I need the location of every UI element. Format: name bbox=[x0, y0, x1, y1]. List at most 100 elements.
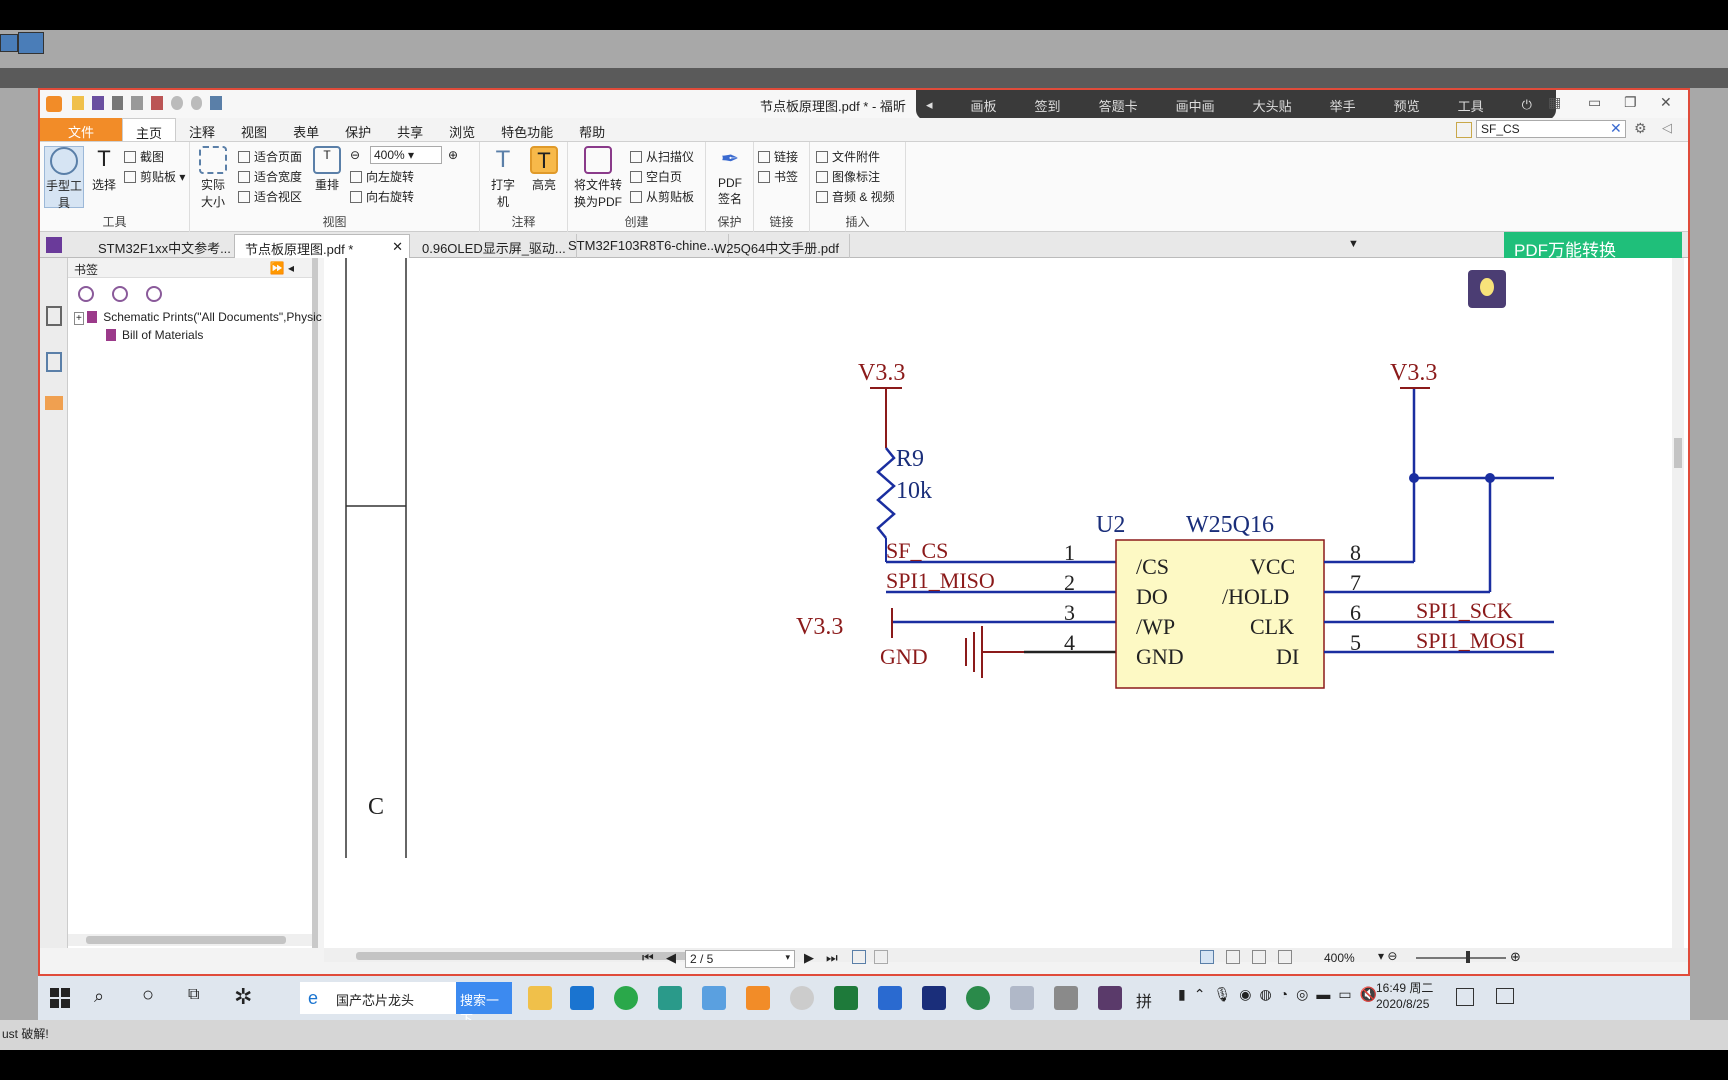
view-toggle-icon-2[interactable] bbox=[874, 950, 888, 964]
learning-app-icon[interactable] bbox=[702, 986, 726, 1010]
menu-share[interactable]: 共享 bbox=[384, 118, 436, 141]
search-icon[interactable] bbox=[1456, 122, 1472, 138]
tray-app-icon[interactable]: ◍ bbox=[1259, 986, 1271, 1003]
file-attachment-button[interactable]: 文件附件 bbox=[816, 148, 880, 165]
page-dropdown-icon[interactable]: ▾ bbox=[785, 952, 790, 963]
blank-page-button[interactable]: 空白页 bbox=[630, 168, 682, 185]
tab-stm32f1xx[interactable]: STM32F1xx中文参考... bbox=[88, 234, 242, 258]
foxit-taskbar-icon[interactable] bbox=[746, 986, 770, 1010]
overlay-power-icon[interactable]: ⏻ bbox=[1522, 97, 1532, 113]
from-clipboard-button[interactable]: 从剪贴板 bbox=[630, 188, 694, 205]
bookmarks-panel-icon[interactable] bbox=[46, 306, 62, 326]
typewriter-button[interactable]: T 打字机 bbox=[486, 146, 520, 210]
paint-icon[interactable] bbox=[1010, 986, 1034, 1010]
vertical-scrollbar[interactable] bbox=[1672, 258, 1684, 948]
tab-schematic[interactable]: 节点板原理图.pdf * ✕ bbox=[234, 234, 410, 258]
comments-panel-icon[interactable] bbox=[45, 396, 63, 410]
word-icon[interactable] bbox=[878, 986, 902, 1010]
fit-width-button[interactable]: 适合宽度 bbox=[238, 168, 302, 185]
tabs-dropdown-icon[interactable]: ▼ bbox=[1348, 238, 1359, 250]
search-input[interactable]: SF_CS bbox=[1476, 120, 1626, 138]
network-icon[interactable]: ▭ bbox=[1338, 986, 1351, 1003]
new-icon[interactable] bbox=[151, 96, 163, 110]
notification-center-icon[interactable] bbox=[1456, 988, 1474, 1006]
cortana-icon[interactable]: ○ bbox=[142, 984, 154, 1007]
actual-size-button[interactable]: 实际大小 bbox=[196, 146, 230, 210]
search-taskbar-icon[interactable]: ⌕ bbox=[94, 986, 104, 1007]
clipboard-button[interactable]: 剪贴板 ▾ bbox=[124, 168, 185, 185]
link-button[interactable]: 链接 bbox=[758, 148, 798, 165]
zoom-in-icon[interactable]: ⊕ bbox=[448, 148, 458, 162]
app-v-green-icon[interactable] bbox=[834, 986, 858, 1010]
rar-app-icon[interactable] bbox=[1098, 986, 1122, 1010]
single-page-icon[interactable] bbox=[1200, 950, 1214, 964]
continuous-icon[interactable] bbox=[1226, 950, 1240, 964]
tab-stm32f103[interactable]: STM32F103R8T6-chine... bbox=[558, 234, 729, 258]
qq-icon[interactable]: ◉ bbox=[1239, 986, 1251, 1003]
browser-e-icon[interactable] bbox=[614, 986, 638, 1010]
minimize-icon[interactable]: ▭ bbox=[1588, 94, 1601, 111]
bookmark-item-schematic[interactable]: + Schematic Prints("All Documents",Physi… bbox=[74, 310, 322, 325]
zoom-slider-handle[interactable] bbox=[1466, 951, 1470, 963]
tab-oled[interactable]: 0.96OLED显示屏_驱动... bbox=[412, 234, 577, 258]
bookmark-add-icon[interactable] bbox=[112, 286, 128, 302]
bookmarks-hscroll-thumb[interactable] bbox=[86, 936, 286, 944]
lightbulb-icon[interactable] bbox=[1468, 270, 1506, 308]
mail-icon[interactable] bbox=[570, 986, 594, 1010]
app-grey-icon[interactable] bbox=[790, 986, 814, 1010]
screenshot-button[interactable]: 截图 bbox=[124, 148, 164, 165]
bus-app-icon[interactable] bbox=[1054, 986, 1078, 1010]
overlay-item-raisehand[interactable]: 举手 bbox=[1330, 96, 1356, 115]
tab-close-icon[interactable]: ✕ bbox=[392, 239, 403, 255]
zoom-plus-icon[interactable]: ⊕ bbox=[1510, 949, 1521, 965]
input-method-icon[interactable]: 拼 bbox=[1136, 988, 1152, 1012]
continuous-facing-icon[interactable] bbox=[1278, 950, 1292, 964]
bookmark-expand-icon[interactable] bbox=[146, 286, 162, 302]
overlay-item-pip[interactable]: 画中画 bbox=[1176, 96, 1215, 115]
redo-icon[interactable] bbox=[190, 96, 203, 110]
scan-icon[interactable] bbox=[131, 96, 143, 110]
battery-icon[interactable]: ▮ bbox=[1178, 986, 1186, 1003]
browser-search-button[interactable]: 搜索一下 bbox=[456, 982, 512, 1027]
pinwheel-app-icon[interactable]: ✲ bbox=[234, 984, 252, 1010]
overlay-item-preview[interactable]: 预览 bbox=[1394, 96, 1420, 115]
overlay-item-signin[interactable]: 签到 bbox=[1035, 96, 1061, 115]
settings-gear-icon[interactable]: ⚙ bbox=[1634, 120, 1647, 137]
restore-icon[interactable]: ❐ bbox=[1624, 94, 1637, 111]
print-icon[interactable] bbox=[111, 96, 124, 110]
menu-help[interactable]: 帮助 bbox=[566, 118, 618, 141]
mic-icon[interactable]: 🎙 bbox=[1213, 986, 1231, 1003]
fit-view-button[interactable]: 适合视区 bbox=[238, 188, 302, 205]
menu-comment[interactable]: 注释 bbox=[176, 118, 228, 141]
overlay-item-tools[interactable]: 工具 bbox=[1458, 96, 1484, 115]
bookmark-search-icon[interactable] bbox=[78, 286, 94, 302]
bell-icon[interactable]: ◔ bbox=[1280, 986, 1288, 1003]
rotate-right-button[interactable]: 向右旋转 bbox=[350, 188, 414, 205]
rotate-left-button[interactable]: 向左旋转 bbox=[350, 168, 414, 185]
close-icon[interactable]: ✕ bbox=[1660, 94, 1672, 111]
image-annotation-button[interactable]: 图像标注 bbox=[816, 168, 880, 185]
desktop-icon-2[interactable] bbox=[18, 32, 44, 54]
volume-muted-icon[interactable]: 🔇 bbox=[1360, 986, 1377, 1003]
facing-icon[interactable] bbox=[1252, 950, 1266, 964]
next-page-icon[interactable]: ▶ bbox=[804, 950, 814, 966]
overlay-left-arrow-icon[interactable]: ◂ bbox=[926, 97, 933, 113]
menu-view[interactable]: 视图 bbox=[228, 118, 280, 141]
zoom-out-icon[interactable]: ⊖ bbox=[350, 148, 360, 162]
prev-arrow-icon[interactable]: ◁ bbox=[1662, 120, 1672, 136]
undo-icon[interactable] bbox=[170, 96, 183, 110]
app-text-icon[interactable] bbox=[922, 986, 946, 1010]
first-page-icon[interactable]: ⏮ bbox=[642, 950, 654, 966]
pages-panel-icon[interactable] bbox=[46, 352, 62, 372]
page-number-input[interactable]: 2 / 5 ▾ bbox=[685, 950, 795, 968]
hand-tool-button[interactable]: 手型工具 bbox=[44, 146, 84, 210]
zoom-slider[interactable] bbox=[1416, 957, 1506, 959]
menu-file[interactable]: 文件 bbox=[40, 118, 123, 141]
menu-form[interactable]: 表单 bbox=[280, 118, 332, 141]
file-explorer-icon[interactable] bbox=[528, 986, 552, 1010]
tab-w25q64[interactable]: W25Q64中文手册.pdf bbox=[704, 234, 850, 258]
vertical-scrollbar-thumb[interactable] bbox=[1674, 438, 1682, 468]
highlight-button[interactable]: T 高亮 bbox=[526, 146, 562, 193]
reflow-button[interactable]: T 重排 bbox=[312, 146, 342, 193]
bookmark-item-bom[interactable]: Bill of Materials bbox=[106, 328, 203, 342]
